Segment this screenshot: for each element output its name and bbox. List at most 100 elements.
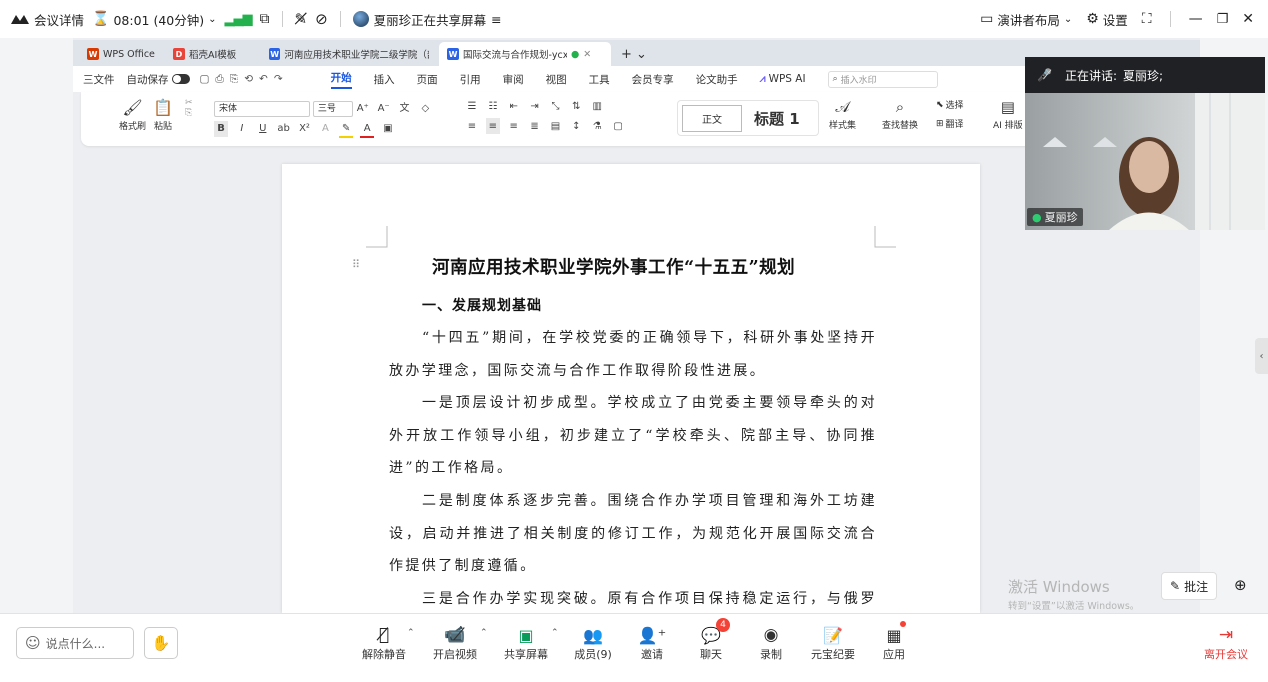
- zoom-in-icon[interactable]: ⊕: [1234, 576, 1247, 594]
- tab-wps-office[interactable]: W WPS Office: [79, 42, 163, 66]
- font-name-select[interactable]: 宋体: [214, 100, 310, 117]
- paste-group[interactable]: 📋 粘贴: [153, 98, 173, 132]
- paragraph: 一是顶层设计初步成型。学校成立了由党委主要领导牵头的对外开放工作领导小组，初步建…: [389, 395, 877, 476]
- start-video-button[interactable]: 📹̸ 开启视频: [427, 624, 483, 662]
- menu-review[interactable]: 审阅: [503, 72, 524, 87]
- bullet-list-icon[interactable]: ☰: [465, 98, 479, 114]
- fullscreen-icon[interactable]: ⛶: [1142, 11, 1152, 27]
- apps-button[interactable]: ▦ 应用: [866, 621, 922, 662]
- yuanbao-summary-button[interactable]: 📝 元宝纪要: [805, 624, 861, 662]
- menu-view[interactable]: 视图: [546, 72, 567, 87]
- share-screen-button[interactable]: ▣ 共享屏幕: [498, 624, 554, 662]
- audio-options-caret[interactable]: ⌃: [407, 628, 415, 638]
- distribute-icon[interactable]: ▤: [549, 118, 563, 134]
- shrink-font-icon[interactable]: A⁻: [377, 100, 391, 116]
- columns-icon[interactable]: ▥: [590, 98, 604, 114]
- font-size-select[interactable]: 三号: [312, 100, 353, 117]
- chat-input-button[interactable]: ☺ 说点什么...: [16, 627, 134, 659]
- drag-handle-icon[interactable]: ⠿: [352, 258, 360, 271]
- strikethrough-icon[interactable]: ab: [277, 121, 291, 137]
- menu-member[interactable]: 会员专享: [632, 72, 674, 87]
- italic-icon[interactable]: I: [235, 121, 249, 137]
- menu-home[interactable]: 开始: [330, 70, 352, 89]
- annotate-off-icon[interactable]: ✎̸: [295, 10, 308, 28]
- style-normal[interactable]: 正文: [682, 104, 742, 132]
- find-replace-button[interactable]: ⌕ 查找替换: [882, 98, 918, 131]
- new-tab-button[interactable]: + ⌄: [613, 42, 655, 66]
- record-button[interactable]: ◉ 录制: [743, 624, 799, 662]
- select-button[interactable]: ⬉ 选择: [936, 98, 964, 112]
- translate-button[interactable]: ⊞ 翻译: [936, 117, 964, 131]
- annotate-button[interactable]: ✎ 批注: [1161, 572, 1218, 600]
- align-left-icon[interactable]: ≡: [465, 118, 479, 134]
- menu-paper-assistant[interactable]: 论文助手: [696, 72, 738, 87]
- ai-layout-button[interactable]: ▤ AI 排版: [993, 98, 1023, 131]
- menu-page[interactable]: 页面: [417, 72, 438, 87]
- chat-button[interactable]: 💬 4 聊天: [683, 618, 739, 662]
- char-border-icon[interactable]: ▣: [381, 121, 395, 137]
- highlight-icon[interactable]: ✎: [339, 122, 354, 138]
- minimize-icon[interactable]: —: [1189, 11, 1203, 27]
- mic-muted-icon: 🎤̸: [1037, 68, 1052, 82]
- style-heading1[interactable]: 标题 1: [754, 108, 800, 129]
- meeting-details-button[interactable]: 会议详情: [10, 10, 84, 29]
- clear-format-icon[interactable]: ◇: [418, 100, 432, 116]
- unmute-button[interactable]: 🎙̸ 解除静音: [356, 624, 412, 662]
- pinyin-icon[interactable]: 文: [398, 98, 412, 114]
- style-set-button[interactable]: 𝒜 样式集: [829, 98, 856, 131]
- toggle-icon: [171, 74, 190, 84]
- menu-references[interactable]: 引用: [460, 72, 481, 87]
- shading-icon[interactable]: ⚗: [590, 118, 604, 134]
- search-box[interactable]: ⌕ 插入水印: [827, 70, 938, 88]
- superscript-icon[interactable]: X²: [298, 121, 312, 137]
- align-right-icon[interactable]: ≡: [507, 118, 521, 134]
- autosave-toggle[interactable]: 自动保存: [127, 72, 190, 87]
- members-button[interactable]: 👥 成员(9): [565, 624, 621, 662]
- signal-strength-icon[interactable]: ▂▄▆: [225, 12, 253, 27]
- justify-icon[interactable]: ≣: [528, 118, 542, 134]
- text-direction-icon[interactable]: ⤡: [549, 98, 563, 114]
- tab-document-active[interactable]: W 国际交流与合作规划-ycx.doc ● ✕: [439, 42, 611, 66]
- menu-wps-ai[interactable]: ⩘ WPS AI: [760, 73, 806, 86]
- divider: [1169, 11, 1171, 27]
- decrease-indent-icon[interactable]: ⇤: [507, 98, 521, 114]
- gear-icon: ⚙: [1086, 11, 1099, 27]
- text-effect-icon[interactable]: A: [318, 121, 332, 137]
- menu-insert[interactable]: 插入: [374, 72, 395, 87]
- settings-button[interactable]: ⚙ 设置: [1086, 10, 1128, 29]
- raise-hand-button[interactable]: ✋: [144, 627, 178, 659]
- invite-button[interactable]: 👤⁺ 邀请: [624, 624, 680, 662]
- menu-tools[interactable]: 工具: [589, 72, 610, 87]
- font-color-icon[interactable]: A: [360, 122, 375, 138]
- sort-icon[interactable]: ⇅: [569, 98, 583, 114]
- cut-copy-icons[interactable]: ✂ ⎘: [185, 98, 193, 118]
- pop-out-icon[interactable]: ⧉: [260, 11, 270, 27]
- bold-icon[interactable]: B: [214, 120, 228, 137]
- align-center-icon[interactable]: ≡: [485, 118, 500, 134]
- underline-icon[interactable]: U: [256, 121, 270, 137]
- share-options-caret[interactable]: ⌃: [551, 628, 559, 638]
- video-options-caret[interactable]: ⌃: [480, 628, 488, 638]
- restore-icon[interactable]: ❐: [1217, 12, 1229, 27]
- quick-access-icons[interactable]: ▢⎙⎘⟲↶↷: [200, 73, 289, 86]
- increase-indent-icon[interactable]: ⇥: [528, 98, 542, 114]
- close-tab-icon[interactable]: ✕: [583, 49, 591, 60]
- border-icon[interactable]: ▢: [611, 118, 625, 134]
- numbered-list-icon[interactable]: ☷: [486, 98, 500, 114]
- meeting-timer[interactable]: ⌛ 08:01 (40分钟) ⌄: [92, 10, 216, 29]
- close-icon[interactable]: ✕: [1242, 11, 1254, 27]
- document-page[interactable]: ⠿ 河南应用技术职业学院外事工作“十五五”规划 一、发展规划基础 “十四五”期间…: [282, 164, 980, 640]
- presenter-layout-button[interactable]: ▭ 演讲者布局 ⌄: [980, 10, 1072, 29]
- leave-meeting-button[interactable]: ⇥ 离开会议: [1198, 624, 1254, 662]
- speaker-video-tile[interactable]: 🎤̸ 正在讲话: 夏丽珍; ● 夏丽珍: [1025, 57, 1265, 230]
- menu-file[interactable]: 三文件: [83, 72, 115, 87]
- side-panel-toggle[interactable]: ‹: [1255, 338, 1268, 374]
- format-painter-group[interactable]: 🖌 格式刷: [119, 98, 146, 132]
- grow-font-icon[interactable]: A⁺: [356, 100, 370, 116]
- sharing-status[interactable]: 夏丽珍正在共享屏幕 ≡: [352, 10, 502, 29]
- margin-corner-mark: [366, 226, 388, 248]
- line-spacing-icon[interactable]: ↕: [569, 118, 583, 134]
- hide-icon[interactable]: ⊘: [315, 10, 328, 28]
- tab-document-1[interactable]: W 河南应用技术职业学院二级学院（部: [261, 42, 437, 66]
- tab-ai-template[interactable]: D 稻壳AI模板: [165, 42, 259, 66]
